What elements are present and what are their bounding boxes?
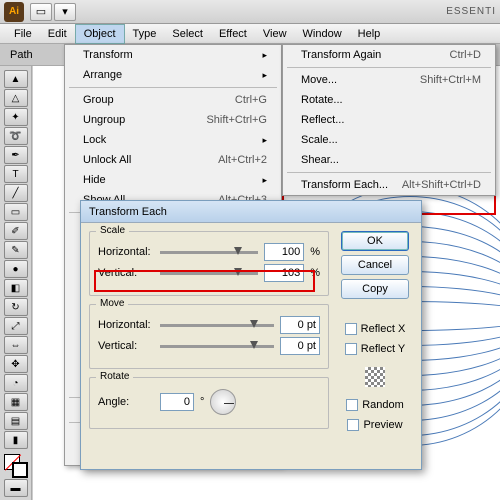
lasso-tool[interactable]: ➰ bbox=[4, 127, 28, 145]
path-label: Path bbox=[10, 49, 33, 61]
transform-each-dialog: Transform Each Scale Horizontal: % Verti… bbox=[80, 200, 422, 470]
mesh-tool[interactable]: ▤ bbox=[4, 412, 28, 430]
move-v-input[interactable] bbox=[280, 337, 320, 355]
reflect-x-check[interactable]: Reflect X bbox=[345, 323, 406, 335]
move-v-slider[interactable] bbox=[160, 345, 274, 348]
scale-h-slider[interactable] bbox=[160, 251, 258, 254]
rotate-group: Rotate Angle: ° bbox=[89, 377, 329, 429]
move-h-label: Horizontal: bbox=[98, 319, 154, 331]
move-h-slider[interactable] bbox=[160, 324, 274, 327]
scale-h-label: Horizontal: bbox=[98, 246, 154, 258]
menu-item[interactable]: Arrange bbox=[65, 65, 281, 85]
menu-item[interactable]: Transform Each...Alt+Shift+Ctrl+D bbox=[283, 175, 495, 195]
selection-tool[interactable]: ▲ bbox=[4, 70, 28, 88]
scale-h-input[interactable] bbox=[264, 243, 304, 261]
menu-select[interactable]: Select bbox=[164, 25, 211, 43]
menu-item[interactable]: Shear... bbox=[283, 150, 495, 170]
menu-item[interactable]: Lock bbox=[65, 130, 281, 150]
wand-tool[interactable]: ✦ bbox=[4, 108, 28, 126]
transform-submenu: Transform AgainCtrl+D Move...Shift+Ctrl+M… bbox=[282, 44, 496, 196]
rotate-tool[interactable]: ↻ bbox=[4, 298, 28, 316]
menu-bar: File Edit Object Type Select Effect View… bbox=[0, 24, 500, 44]
angle-input[interactable] bbox=[160, 393, 194, 411]
menu-item[interactable]: Move...Shift+Ctrl+M bbox=[283, 70, 495, 90]
menu-item[interactable]: Transform AgainCtrl+D bbox=[283, 45, 495, 65]
menu-item[interactable]: Rotate... bbox=[283, 90, 495, 110]
workspace-label: ESSENTI bbox=[446, 6, 496, 17]
menu-item[interactable]: Transform bbox=[65, 45, 281, 65]
menu-file[interactable]: File bbox=[6, 25, 40, 43]
menu-item[interactable]: GroupCtrl+G bbox=[65, 90, 281, 110]
scale-group: Scale Horizontal: % Vertical: % bbox=[89, 231, 329, 296]
cancel-button[interactable]: Cancel bbox=[341, 255, 409, 275]
shape-builder-tool[interactable]: ◔ bbox=[4, 374, 28, 392]
pencil-tool[interactable]: ✎ bbox=[4, 241, 28, 259]
angle-dial[interactable] bbox=[210, 389, 236, 415]
color-mode[interactable]: ▬ bbox=[4, 479, 28, 497]
eraser-tool[interactable]: ◧ bbox=[4, 279, 28, 297]
scale-v-slider[interactable] bbox=[160, 272, 258, 275]
brush-tool[interactable]: ✐ bbox=[4, 222, 28, 240]
width-tool[interactable]: ⇔ bbox=[4, 336, 28, 354]
preview-check[interactable]: Preview bbox=[347, 419, 402, 431]
perspective-tool[interactable]: ▦ bbox=[4, 393, 28, 411]
menu-edit[interactable]: Edit bbox=[40, 25, 75, 43]
pen-tool[interactable]: ✒ bbox=[4, 146, 28, 164]
toolbox: ▲ △ ✦ ➰ ✒ T ╱ ▭ ✐ ✎ ● ◧ ↻ ⤢ ⇔ ✥ ◔ ▦ ▤ ▮ … bbox=[0, 66, 32, 500]
menu-item[interactable]: UngroupShift+Ctrl+G bbox=[65, 110, 281, 130]
rotate-label: Rotate bbox=[96, 371, 133, 382]
blob-tool[interactable]: ● bbox=[4, 260, 28, 278]
menu-window[interactable]: Window bbox=[295, 25, 350, 43]
menu-item[interactable]: Hide bbox=[65, 170, 281, 190]
menu-object[interactable]: Object bbox=[75, 24, 125, 44]
scale-v-label: Vertical: bbox=[98, 267, 154, 279]
move-group: Move Horizontal: Vertical: bbox=[89, 304, 329, 369]
stroke-swatch[interactable] bbox=[12, 462, 28, 478]
menu-effect[interactable]: Effect bbox=[211, 25, 255, 43]
app-logo: Ai bbox=[4, 2, 24, 22]
scale-label: Scale bbox=[96, 225, 129, 236]
degree-unit: ° bbox=[200, 396, 204, 408]
menu-type[interactable]: Type bbox=[125, 25, 165, 43]
rect-tool[interactable]: ▭ bbox=[4, 203, 28, 221]
ok-button[interactable]: OK bbox=[341, 231, 409, 251]
menu-help[interactable]: Help bbox=[350, 25, 389, 43]
angle-label: Angle: bbox=[98, 396, 154, 408]
percent-unit: % bbox=[310, 267, 320, 279]
dialog-title: Transform Each bbox=[81, 201, 421, 223]
scale-v-input[interactable] bbox=[264, 264, 304, 282]
menu-item[interactable]: Scale... bbox=[283, 130, 495, 150]
fill-stroke-swatch[interactable] bbox=[4, 454, 28, 478]
menu-item[interactable]: Unlock AllAlt+Ctrl+2 bbox=[65, 150, 281, 170]
direct-select-tool[interactable]: △ bbox=[4, 89, 28, 107]
percent-unit: % bbox=[310, 246, 320, 258]
move-label: Move bbox=[96, 298, 128, 309]
scale-tool[interactable]: ⤢ bbox=[4, 317, 28, 335]
move-v-label: Vertical: bbox=[98, 340, 154, 352]
copy-button[interactable]: Copy bbox=[341, 279, 409, 299]
reflect-y-check[interactable]: Reflect Y bbox=[345, 343, 405, 355]
menu-item[interactable]: Reflect... bbox=[283, 110, 495, 130]
bridge-icon[interactable]: ▭ bbox=[30, 3, 52, 21]
reference-point[interactable] bbox=[365, 367, 385, 387]
menu-view[interactable]: View bbox=[255, 25, 295, 43]
doc-controls: ▭ ▾ bbox=[30, 3, 76, 21]
move-h-input[interactable] bbox=[280, 316, 320, 334]
free-transform-tool[interactable]: ✥ bbox=[4, 355, 28, 373]
title-bar: Ai ▭ ▾ ESSENTI bbox=[0, 0, 500, 24]
gradient-tool[interactable]: ▮ bbox=[4, 431, 28, 449]
type-tool[interactable]: T bbox=[4, 165, 28, 183]
arrange-icon[interactable]: ▾ bbox=[54, 3, 76, 21]
random-check[interactable]: Random bbox=[346, 399, 404, 411]
line-tool[interactable]: ╱ bbox=[4, 184, 28, 202]
